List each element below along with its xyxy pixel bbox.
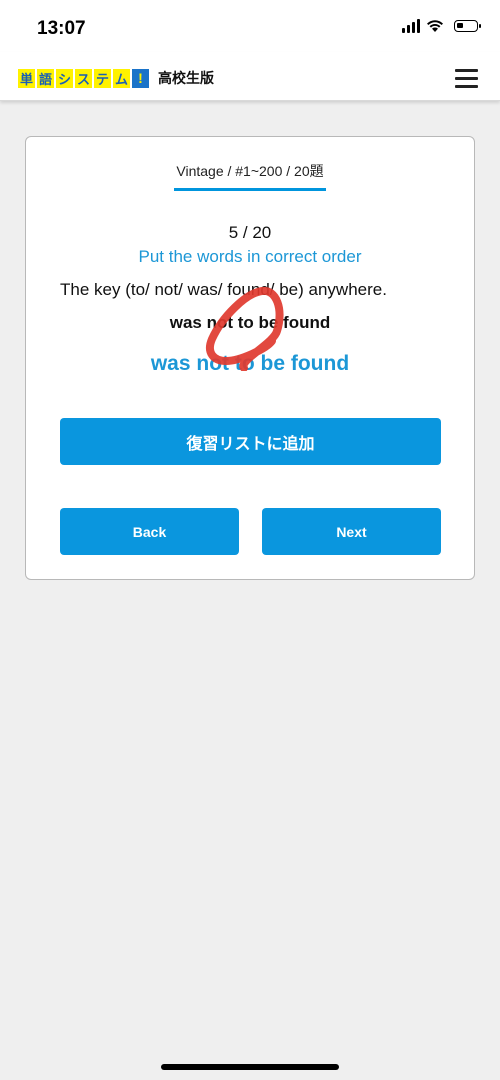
home-indicator[interactable] [161, 1064, 339, 1070]
logo-char: 語 [37, 68, 54, 88]
hamburger-menu-icon[interactable] [455, 69, 478, 88]
question-counter: 5 / 20 [228, 223, 272, 242]
correct-circle-mark [205, 286, 284, 371]
quiz-card: Vintage / #1~200 / 20題 5 / 20 Put the wo… [25, 136, 475, 580]
logo-bang: ! [132, 68, 149, 88]
app-header: 単 語 シ ス テ ム ! 高校生版 [0, 52, 500, 101]
app-logo[interactable]: 単 語 シ ス テ ム ! 高校生版 [18, 68, 214, 88]
breadcrumb-underline [174, 188, 326, 191]
cellular-signal-icon [402, 19, 420, 33]
status-time: 13:07 [37, 18, 86, 39]
edition-label: 高校生版 [158, 70, 214, 86]
logo-char: シ [56, 68, 73, 88]
logo-char: ス [75, 68, 92, 88]
instruction-text: Put the words in correct order [138, 247, 362, 266]
back-button[interactable]: Back [60, 508, 239, 555]
breadcrumb: Vintage / #1~200 / 20題 [176, 163, 324, 179]
logo-char: 単 [18, 68, 35, 88]
status-bar: 13:07 [0, 0, 500, 52]
wifi-icon [427, 20, 443, 32]
battery-icon [454, 20, 481, 32]
add-to-review-list-button[interactable]: 復習リストに追加 [60, 418, 441, 465]
logo-char: ム [113, 68, 130, 88]
status-icons [402, 19, 481, 33]
next-button[interactable]: Next [262, 508, 441, 555]
logo-char: テ [94, 68, 111, 88]
